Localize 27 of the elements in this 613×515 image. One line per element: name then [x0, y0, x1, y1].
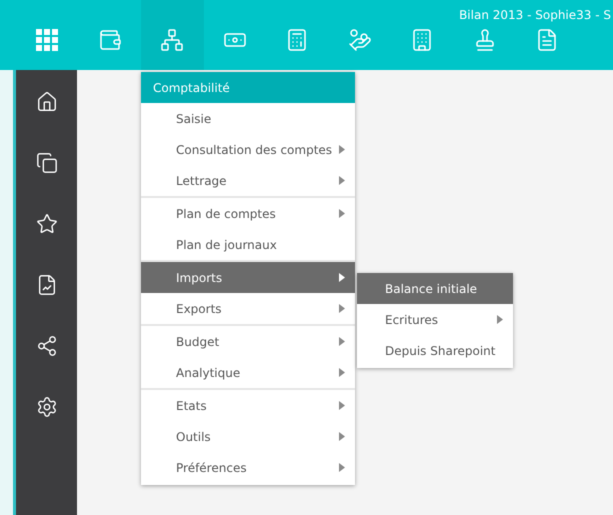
wallet-icon	[98, 28, 122, 52]
share-icon	[36, 335, 58, 357]
star-icon	[36, 213, 58, 235]
hierarchy-icon	[160, 28, 184, 52]
menu-item[interactable]: Consultation des comptes	[141, 134, 355, 165]
menu-item[interactable]: Saisie	[141, 103, 355, 134]
menu-item[interactable]: Plan de journaux	[141, 229, 355, 260]
menu-item[interactable]: Balance initiale	[357, 273, 513, 304]
menu-item[interactable]: Outils	[141, 421, 355, 452]
apps-grid-icon	[36, 29, 58, 51]
windows-icon	[36, 152, 58, 174]
menu-item[interactable]: Exports	[141, 293, 355, 324]
menu-header: Comptabilité	[141, 72, 355, 103]
menu-item[interactable]: Depuis Sharepoint	[357, 335, 513, 366]
settings-icon	[36, 396, 58, 418]
menu-item[interactable]: Budget	[141, 326, 355, 357]
menu-item[interactable]: Lettrage	[141, 165, 355, 196]
home-icon	[36, 91, 58, 113]
menu-item[interactable]: Plan de comptes	[141, 198, 355, 229]
menu-item[interactable]: Etats	[141, 390, 355, 421]
toolbar-button[interactable]	[141, 0, 204, 70]
menu-item[interactable]: Préférences	[141, 452, 355, 483]
menu-item[interactable]: Ecritures	[357, 304, 513, 335]
menu-item[interactable]: Imports	[141, 262, 355, 293]
window-title: Bilan 2013 - Sophie33 - S	[459, 7, 611, 24]
hand-coins-icon	[348, 28, 372, 52]
menu-item[interactable]: Analytique	[141, 357, 355, 388]
